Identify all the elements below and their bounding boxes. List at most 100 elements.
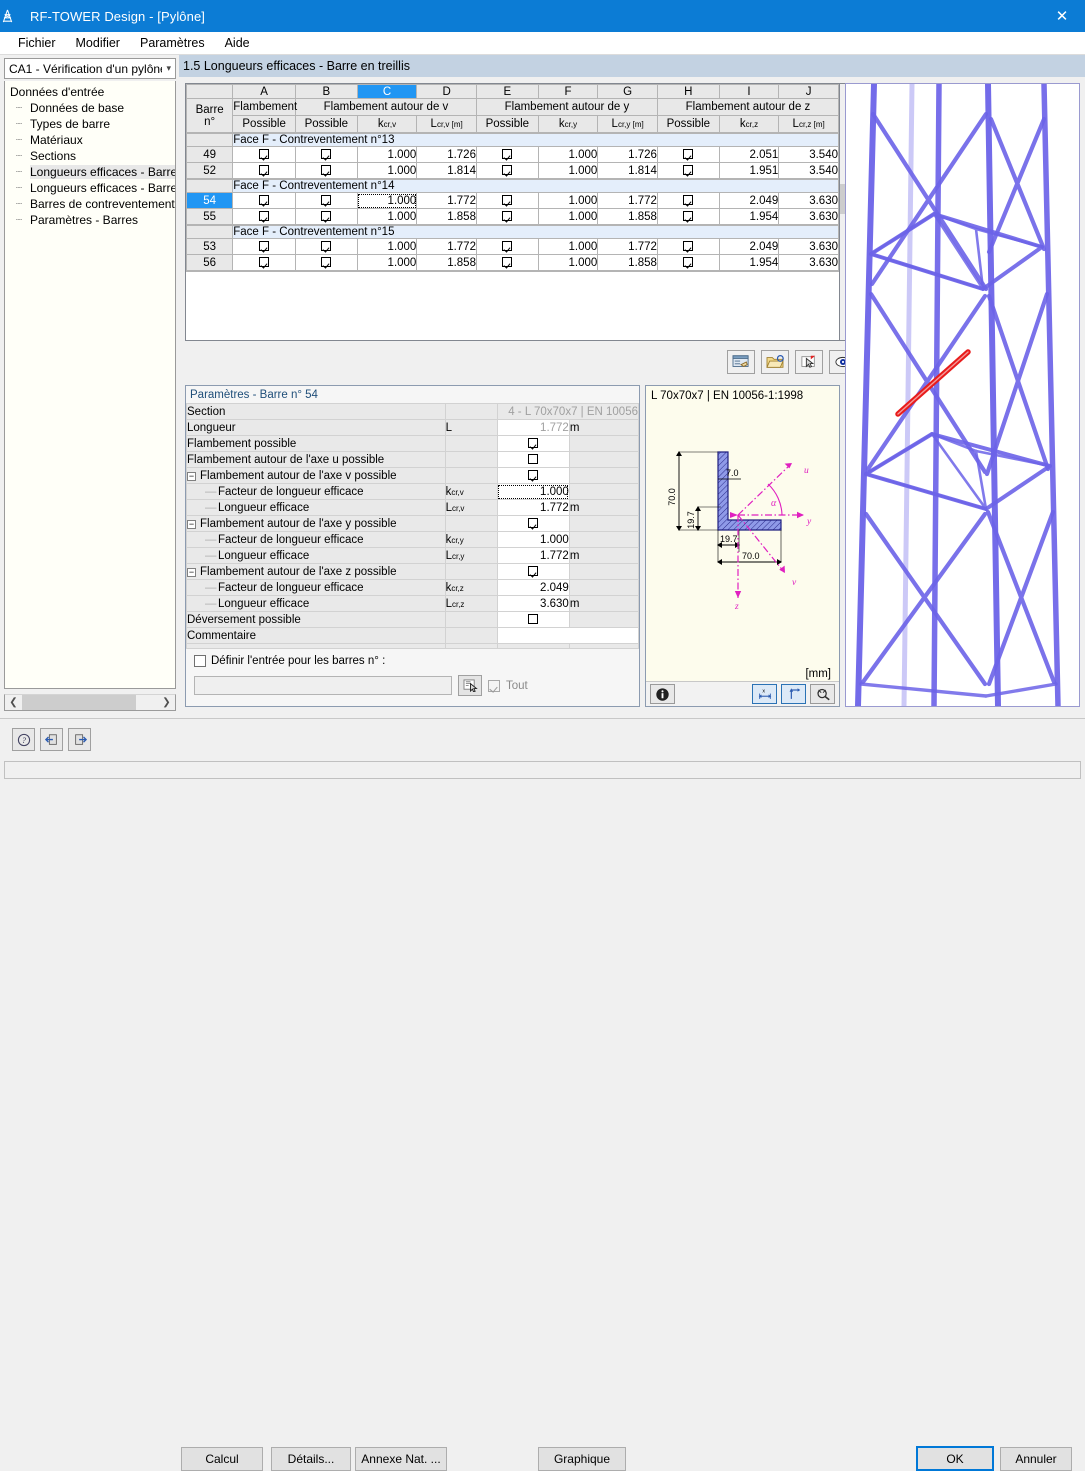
cell-h-possible[interactable]: [656, 254, 720, 271]
effective-lengths-table[interactable]: A B C D E F G H I J Barre n° Flambement …: [185, 83, 840, 341]
cell-j-lcrz[interactable]: 3.630: [778, 254, 839, 271]
checkbox-cell[interactable]: [259, 256, 270, 267]
scrollbar-thumb[interactable]: [22, 695, 136, 710]
menu-fichier[interactable]: Fichier: [8, 34, 66, 52]
sidebar-item-sections[interactable]: ┈ Sections: [8, 148, 175, 164]
cell-e-possible[interactable]: [475, 162, 539, 179]
sidebar-item-parametres-barres[interactable]: ┈ Paramètres - Barres: [8, 212, 175, 228]
column-letter-a[interactable]: A: [232, 84, 296, 99]
cell-e-possible[interactable]: [475, 238, 539, 255]
dimension-x-icon[interactable]: x: [752, 684, 777, 704]
param-row[interactable]: Longueur L 1.772 m: [186, 419, 640, 436]
cell-a-possible[interactable]: [232, 238, 296, 255]
cell-g-lcry[interactable]: 1.772: [597, 192, 658, 209]
checkbox-cell[interactable]: [259, 210, 270, 221]
param-checkbox[interactable]: [528, 453, 539, 464]
checkbox-cell[interactable]: [683, 256, 694, 267]
cell-g-lcry[interactable]: 1.726: [597, 146, 658, 163]
checkbox-cell[interactable]: [502, 164, 513, 175]
cell-e-possible[interactable]: [475, 254, 539, 271]
param-row[interactable]: − Flambement autour de l'axe y possible: [186, 515, 640, 532]
checkbox-cell[interactable]: [259, 240, 270, 251]
checkbox-cell[interactable]: [683, 210, 694, 221]
checkbox-cell[interactable]: [321, 194, 332, 205]
all-checkbox[interactable]: [488, 679, 500, 692]
table-row[interactable]: 52 1.000 1.814 1.000 1.814 1.951 3.540: [186, 162, 839, 179]
cell-a-possible[interactable]: [232, 208, 296, 225]
cell-j-lcrz[interactable]: 3.630: [778, 192, 839, 209]
cell-c-kcrv[interactable]: 1.000: [356, 146, 418, 163]
open-folder-icon[interactable]: [761, 350, 789, 374]
checkbox-cell[interactable]: [321, 148, 332, 159]
define-entry-checkbox[interactable]: [194, 655, 206, 667]
cell-c-kcrv[interactable]: 1.000: [356, 238, 418, 255]
checkbox-cell[interactable]: [259, 148, 270, 159]
table-row[interactable]: 56 1.000 1.858 1.000 1.858 1.954 3.630: [186, 254, 839, 271]
cell-d-lcrv[interactable]: 1.772: [416, 238, 477, 255]
annexe-nat-button[interactable]: Annexe Nat. ...: [355, 1447, 447, 1471]
row-number-cell[interactable]: 54: [186, 192, 234, 209]
cell-c-kcrv[interactable]: 1.000: [356, 254, 418, 271]
param-row[interactable]: — Longueur efficace Lcr,z 3.630 m: [186, 595, 640, 612]
cell-h-possible[interactable]: [656, 208, 720, 225]
cell-d-lcrv[interactable]: 1.858: [416, 208, 477, 225]
column-letter-g[interactable]: G: [597, 84, 658, 99]
case-selector-dropdown[interactable]: CA1 - Vérification d'un pylône ▾: [4, 58, 176, 79]
param-row[interactable]: — Facteur de longueur efficace kcr,v 1.000: [186, 483, 640, 500]
pick-cursor-icon[interactable]: [795, 350, 823, 374]
column-letter-j[interactable]: J: [778, 84, 839, 99]
column-letter-b[interactable]: B: [294, 84, 358, 99]
cell-a-possible[interactable]: [232, 162, 296, 179]
param-row[interactable]: — Longueur efficace Lcr,v 1.772 m: [186, 499, 640, 516]
cell-d-lcrv[interactable]: 1.772: [416, 192, 477, 209]
expander-icon[interactable]: −: [187, 519, 196, 529]
expander-icon[interactable]: −: [187, 471, 196, 481]
param-checkbox-cell[interactable]: [496, 435, 570, 452]
cell-a-possible[interactable]: [232, 254, 296, 271]
param-row[interactable]: Section 4 - L 70x70x7 | EN 10056: [186, 403, 640, 420]
cell-d-lcrv[interactable]: 1.858: [416, 254, 477, 271]
cell-c-kcrv[interactable]: 1.000: [356, 192, 418, 209]
column-letter-e[interactable]: E: [475, 84, 539, 99]
next-step-icon[interactable]: [68, 728, 91, 751]
cell-g-lcry[interactable]: 1.814: [597, 162, 658, 179]
navigation-horizontal-scrollbar[interactable]: ❮ ❯: [4, 694, 176, 711]
ok-button[interactable]: OK: [916, 1446, 994, 1471]
cell-j-lcrz[interactable]: 3.540: [778, 146, 839, 163]
param-checkbox-cell[interactable]: [496, 515, 570, 532]
sidebar-item-longueurs-efficaces-treillis[interactable]: ┈ Longueurs efficaces - Barre en: [8, 164, 175, 180]
param-checkbox-cell[interactable]: [496, 563, 570, 580]
help-icon[interactable]: ?: [12, 728, 35, 751]
param-value[interactable]: [496, 627, 640, 644]
cell-g-lcry[interactable]: 1.858: [597, 208, 658, 225]
param-checkbox[interactable]: [528, 565, 539, 576]
param-checkbox[interactable]: [528, 437, 539, 448]
cancel-button[interactable]: Annuler: [1000, 1447, 1072, 1471]
prev-step-icon[interactable]: [40, 728, 63, 751]
checkbox-cell[interactable]: [502, 256, 513, 267]
cell-e-possible[interactable]: [475, 192, 539, 209]
cell-j-lcrz[interactable]: 3.630: [778, 238, 839, 255]
define-entry-row[interactable]: Définir l'entrée pour les barres n° :: [194, 655, 631, 667]
cell-d-lcrv[interactable]: 1.726: [416, 146, 477, 163]
menu-parametres[interactable]: Paramètres: [130, 34, 215, 52]
cell-b-possible[interactable]: [294, 192, 358, 209]
cell-f-kcry[interactable]: 1.000: [537, 254, 599, 271]
row-number-cell[interactable]: 55: [186, 208, 234, 225]
sidebar-item-materiaux[interactable]: ┈ Matériaux: [8, 132, 175, 148]
checkbox-cell[interactable]: [683, 164, 694, 175]
menu-aide[interactable]: Aide: [215, 34, 260, 52]
cell-f-kcry[interactable]: 1.000: [537, 208, 599, 225]
sidebar-item-donnees-de-base[interactable]: ┈ Données de base: [8, 100, 175, 116]
details-button[interactable]: Détails...: [271, 1447, 351, 1471]
row-number-cell[interactable]: 49: [186, 146, 234, 163]
row-number-cell[interactable]: 52: [186, 162, 234, 179]
cell-b-possible[interactable]: [294, 208, 358, 225]
param-row[interactable]: — Longueur efficace Lcr,y 1.772 m: [186, 547, 640, 564]
cell-j-lcrz[interactable]: 3.630: [778, 208, 839, 225]
tower-3d-view[interactable]: [845, 83, 1080, 707]
checkbox-cell[interactable]: [683, 194, 694, 205]
info-icon[interactable]: [650, 684, 675, 704]
cell-e-possible[interactable]: [475, 146, 539, 163]
cell-h-possible[interactable]: [656, 146, 720, 163]
